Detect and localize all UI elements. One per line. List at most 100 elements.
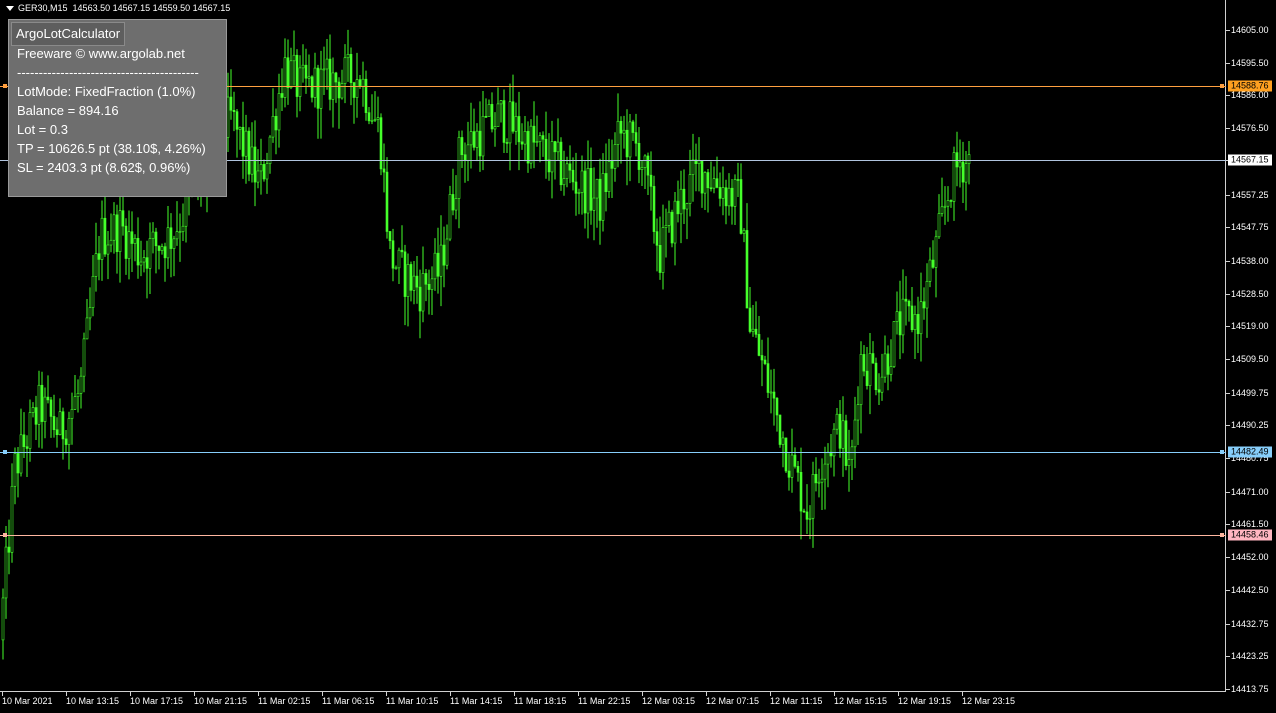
price-tick-mark: [1226, 128, 1230, 130]
candle-body: [118, 210, 122, 252]
menu-triangle-icon[interactable]: [6, 6, 14, 12]
candle: [25, 435, 29, 477]
time-axis[interactable]: 10 Mar 2021 10 Mar 13:15 10 Mar 17:15 10 Ma…: [0, 692, 1276, 713]
entry-drag-handle[interactable]: [3, 450, 7, 455]
candle: [634, 113, 638, 157]
candle: [34, 395, 38, 440]
candle: [817, 468, 821, 498]
candle: [883, 335, 887, 383]
candle: [943, 186, 947, 225]
candle: [256, 149, 260, 189]
candle-body: [367, 112, 371, 122]
candle-body: [262, 164, 266, 180]
candle-body: [304, 64, 308, 79]
candle: [58, 398, 62, 436]
candle: [535, 115, 539, 147]
candle-body: [541, 135, 545, 140]
candle-body: [715, 178, 719, 188]
candle-body: [448, 194, 452, 240]
price-tick-mark: [1226, 557, 1230, 559]
candle-body: [676, 200, 680, 215]
candle: [277, 73, 281, 148]
candle-body: [892, 321, 896, 367]
candle-body: [460, 137, 464, 156]
candle: [289, 47, 293, 90]
candle: [169, 213, 173, 278]
candle: [118, 186, 122, 283]
candle-body: [121, 210, 125, 227]
candle: [625, 109, 629, 186]
candle-body: [580, 170, 584, 193]
candle: [1, 588, 5, 660]
candle-body: [739, 179, 743, 234]
candle-body: [301, 64, 305, 69]
candle-body: [784, 437, 788, 472]
candle-body: [271, 116, 275, 138]
candle-body: [655, 231, 659, 246]
candle: [451, 168, 455, 216]
take-profit-right-handle[interactable]: [1220, 83, 1224, 88]
candle-body: [625, 129, 629, 158]
candle: [340, 69, 344, 100]
candle: [85, 299, 89, 340]
candle-body: [148, 238, 152, 269]
candle-body: [523, 131, 527, 145]
candle: [802, 508, 806, 513]
candle-body: [145, 257, 149, 269]
candle-body: [598, 178, 602, 221]
candle-body: [559, 141, 563, 186]
entry-line[interactable]: [0, 452, 1226, 454]
time-tick-label: 11 Mar 18:15: [514, 696, 567, 706]
candle: [544, 111, 548, 179]
price-tick-mark: [1226, 293, 1230, 295]
candle-body: [79, 375, 83, 394]
candle-body: [352, 82, 356, 98]
ohlc-values: 14563.50 14567.15 14559.50 14567.15: [72, 3, 231, 13]
stop-loss-drag-handle[interactable]: [3, 532, 7, 537]
candle: [304, 48, 308, 94]
candle-body: [796, 466, 800, 473]
candle: [703, 171, 707, 211]
take-profit-drag-handle[interactable]: [3, 83, 7, 88]
candle: [571, 157, 575, 191]
candle: [913, 305, 917, 359]
candle: [502, 89, 506, 153]
candle-body: [793, 454, 797, 467]
price-axis[interactable]: 14605.00 14595.50 14586.00 14576.50 14567.15…: [1226, 0, 1276, 694]
candle-body: [631, 121, 635, 133]
candle-body: [604, 173, 608, 192]
candle: [415, 256, 419, 304]
candle: [298, 55, 302, 112]
candle-body: [589, 167, 593, 211]
stop-loss-right-handle[interactable]: [1220, 532, 1224, 537]
candle-body: [418, 286, 422, 312]
candle: [733, 174, 737, 225]
candle: [619, 116, 623, 164]
candle: [127, 210, 131, 280]
candle: [787, 453, 791, 491]
candle-body: [259, 164, 263, 172]
price-tick-label: 14432.75: [1231, 618, 1269, 629]
candle-body: [634, 132, 638, 144]
candle-body: [241, 126, 245, 157]
candle-body: [19, 434, 23, 474]
panel-title-button[interactable]: ArgoLotCalculator: [11, 22, 126, 46]
candle-body: [265, 163, 269, 180]
candle: [493, 112, 497, 147]
stop-loss-line[interactable]: [0, 534, 1226, 536]
candle-body: [547, 159, 551, 173]
candle: [235, 109, 239, 158]
candle-body: [355, 79, 359, 98]
candle: [739, 163, 743, 235]
candle: [601, 153, 605, 232]
price-tick-mark: [1226, 194, 1230, 196]
candle-body: [664, 225, 668, 228]
entry-right-handle[interactable]: [1220, 450, 1224, 455]
candle-body: [877, 389, 881, 393]
candle-body: [496, 103, 500, 127]
candle-body: [385, 171, 389, 232]
candle: [352, 81, 356, 124]
candle-body: [805, 511, 809, 520]
candle-body: [586, 167, 590, 214]
candle: [946, 186, 950, 222]
